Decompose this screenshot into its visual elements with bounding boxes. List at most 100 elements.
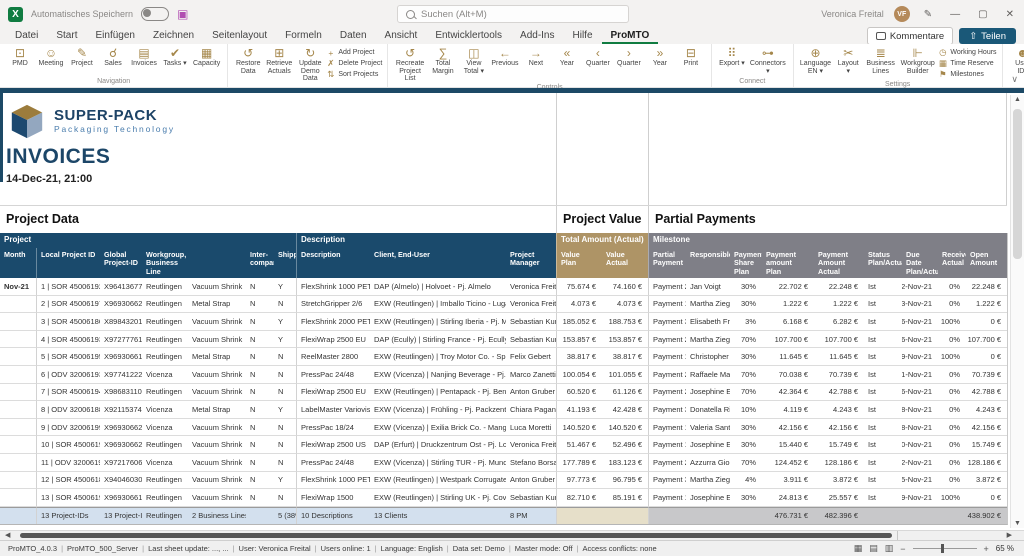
table-cell[interactable]: Payment 1 bbox=[648, 348, 686, 366]
table-cell[interactable]: FlexiWrap 1500 bbox=[296, 489, 370, 507]
table-cell[interactable]: N bbox=[274, 489, 296, 507]
previous-button[interactable]: ←Previous bbox=[490, 46, 520, 68]
next-button[interactable]: →Next bbox=[521, 46, 551, 68]
table-cell[interactable]: Josephine Engel bbox=[686, 384, 730, 402]
table-cell[interactable]: Vacuum Shrink bbox=[188, 278, 246, 296]
table-cell[interactable]: Vicenza bbox=[142, 454, 188, 472]
tab-start[interactable]: Start bbox=[47, 29, 86, 44]
table-cell[interactable]: 30% bbox=[730, 489, 762, 507]
table-cell[interactable]: DAP (Almelo) | Holvoet - Pj. Almelo bbox=[370, 278, 506, 296]
summary-cell[interactable] bbox=[0, 507, 36, 524]
tab-ansicht[interactable]: Ansicht bbox=[376, 29, 427, 44]
tab-entwicklertools[interactable]: Entwicklertools bbox=[426, 29, 511, 44]
table-cell[interactable]: Raffaele Martinelli bbox=[686, 366, 730, 384]
table-cell[interactable]: 10 | SOR 450061981 bbox=[36, 436, 100, 454]
table-cell[interactable]: 188.753 € bbox=[602, 313, 648, 331]
table-cell[interactable]: Payment 1 bbox=[648, 419, 686, 437]
view-page-layout-icon[interactable]: ▤ bbox=[869, 543, 878, 554]
table-cell[interactable]: Vicenza bbox=[142, 401, 188, 419]
table-cell[interactable]: Marco Zanetti bbox=[506, 366, 556, 384]
table-cell[interactable]: Ist bbox=[864, 331, 902, 349]
table-cell[interactable]: 51.467 € bbox=[556, 436, 602, 454]
tab-daten[interactable]: Daten bbox=[331, 29, 376, 44]
tab-einf-gen[interactable]: Einfügen bbox=[86, 29, 143, 44]
table-cell[interactable]: 124.452 € bbox=[762, 454, 814, 472]
table-cell[interactable]: N bbox=[274, 348, 296, 366]
table-cell[interactable]: 18-Nov-21 bbox=[902, 419, 938, 437]
table-cell[interactable]: X969306627 bbox=[100, 419, 142, 437]
table-cell[interactable]: 42.156 € bbox=[762, 419, 814, 437]
table-cell[interactable]: N bbox=[246, 472, 274, 490]
table-cell[interactable]: 82.710 € bbox=[556, 489, 602, 507]
table-cell[interactable]: 3% bbox=[730, 313, 762, 331]
table-cell[interactable]: DAP (Ecully) | Stirling France - Pj. Ecu… bbox=[370, 331, 506, 349]
table-cell[interactable]: 0% bbox=[938, 278, 966, 296]
summary-cell[interactable] bbox=[246, 507, 274, 524]
table-cell[interactable]: Felix Gebert bbox=[506, 348, 556, 366]
summary-cell[interactable]: 10 Descriptions bbox=[296, 507, 370, 524]
table-cell[interactable]: FlexShrink 1000 PET bbox=[296, 472, 370, 490]
table-cell[interactable]: 20-Nov-21 bbox=[902, 436, 938, 454]
table-cell[interactable] bbox=[0, 454, 36, 472]
table-cell[interactable]: Payment 1 bbox=[648, 489, 686, 507]
table-cell[interactable]: 70.038 € bbox=[762, 366, 814, 384]
table-cell[interactable]: 30% bbox=[730, 419, 762, 437]
table-cell[interactable]: 60.520 € bbox=[556, 384, 602, 402]
tab-hilfe[interactable]: Hilfe bbox=[564, 29, 602, 44]
project-button[interactable]: ✎Project bbox=[67, 46, 97, 68]
table-cell[interactable]: Reutlingen bbox=[142, 313, 188, 331]
table-cell[interactable]: X972176061 bbox=[100, 454, 142, 472]
collapse-ribbon-icon[interactable]: ∨ bbox=[1011, 74, 1018, 85]
table-cell[interactable]: 2 | SOR 450061977 bbox=[36, 296, 100, 314]
table-cell[interactable]: Ist bbox=[864, 278, 902, 296]
table-cell[interactable]: Ist bbox=[864, 454, 902, 472]
table-cell[interactable]: N bbox=[246, 401, 274, 419]
table-cell[interactable]: X972777615 bbox=[100, 331, 142, 349]
table-cell[interactable]: Donatella Rinaldi bbox=[686, 401, 730, 419]
table-cell[interactable]: N bbox=[274, 384, 296, 402]
table-cell[interactable]: FlexShrink 2000 PET bbox=[296, 313, 370, 331]
table-cell[interactable]: Ist bbox=[864, 348, 902, 366]
add-project-button[interactable]: +Add Project bbox=[326, 47, 382, 58]
table-cell[interactable]: Veronica Freital bbox=[506, 296, 556, 314]
table-cell[interactable]: Payment 2 bbox=[648, 366, 686, 384]
table-cell[interactable]: 30% bbox=[730, 296, 762, 314]
table-cell[interactable]: 22.248 € bbox=[966, 278, 1007, 296]
table-cell[interactable]: 6 | ODV 320061935 bbox=[36, 366, 100, 384]
table-cell[interactable]: EXW (Reutlingen) | Imballo Ticino - Luga… bbox=[370, 296, 506, 314]
zoom-out-button[interactable]: − bbox=[900, 544, 905, 554]
table-cell[interactable]: X986831108 bbox=[100, 384, 142, 402]
meeting-button[interactable]: ☺Meeting bbox=[36, 46, 66, 68]
draw-icon[interactable]: ✎ bbox=[920, 9, 936, 20]
table-cell[interactable]: Reutlingen bbox=[142, 436, 188, 454]
table-cell[interactable]: Payment 1 bbox=[648, 296, 686, 314]
update-demo-data-button[interactable]: ↻Update Demo Data bbox=[295, 46, 325, 83]
table-cell[interactable]: 100% bbox=[938, 348, 966, 366]
table-cell[interactable]: 25-Nov-21 bbox=[902, 472, 938, 490]
quarter-back-button[interactable]: ‹Quarter bbox=[583, 46, 613, 68]
table-cell[interactable] bbox=[0, 384, 36, 402]
table-cell[interactable]: EXW (Reutlingen) | Pentapack - Pj. Benga… bbox=[370, 384, 506, 402]
table-cell[interactable]: FlexiWrap 2500 EU bbox=[296, 384, 370, 402]
table-cell[interactable]: FlexiWrap 2500 US bbox=[296, 436, 370, 454]
table-cell[interactable]: Payment 3 bbox=[648, 472, 686, 490]
pmd-button[interactable]: ⊡PMD bbox=[5, 46, 35, 68]
table-cell[interactable]: Stefano Borsalini bbox=[506, 454, 556, 472]
table-cell[interactable]: 10% bbox=[730, 401, 762, 419]
sort-projects-button[interactable]: ⇅Sort Projects bbox=[326, 69, 382, 80]
table-cell[interactable]: FlexiWrap 2500 EU bbox=[296, 331, 370, 349]
table-cell[interactable]: 15.749 € bbox=[814, 436, 864, 454]
table-cell[interactable]: 42.788 € bbox=[966, 384, 1007, 402]
print-button[interactable]: ⊟Print bbox=[676, 46, 706, 68]
table-cell[interactable]: N bbox=[274, 296, 296, 314]
table-cell[interactable]: Payment 2 bbox=[648, 384, 686, 402]
table-cell[interactable]: 100.054 € bbox=[556, 366, 602, 384]
invoices-button[interactable]: ▤Invoices bbox=[129, 46, 159, 68]
table-cell[interactable]: Ist bbox=[864, 472, 902, 490]
table-cell[interactable]: PressPac 24/48 bbox=[296, 366, 370, 384]
table-cell[interactable]: N bbox=[246, 436, 274, 454]
table-cell[interactable]: 22.248 € bbox=[814, 278, 864, 296]
summary-cell[interactable]: 13 Project-IDs bbox=[100, 507, 142, 524]
summary-cell[interactable] bbox=[938, 507, 966, 524]
table-cell[interactable]: 30% bbox=[730, 278, 762, 296]
